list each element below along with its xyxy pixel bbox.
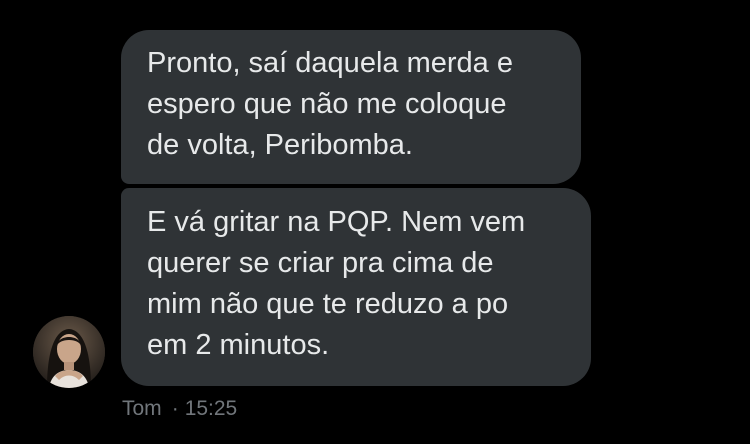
message-line: E vá gritar na PQP. Nem vem	[147, 206, 526, 238]
message-line: querer se criar pra cima de	[147, 247, 494, 279]
message-meta: Tom · 15:25	[122, 396, 237, 422]
message-bubble[interactable]: E vá gritar na PQP. Nem vem querer se cr…	[121, 188, 591, 386]
avatar-photo	[33, 316, 105, 388]
message-line: Pronto, saí daquela merda e	[147, 47, 513, 79]
message-timestamp: 15:25	[184, 397, 238, 420]
sender-name[interactable]: Tom	[122, 397, 162, 420]
message-line: mim não que te reduzo a po	[147, 288, 509, 320]
avatar[interactable]	[33, 316, 105, 388]
chat-thread: Pronto, saí daquela merda e espero que n…	[0, 0, 750, 444]
meta-separator: ·	[171, 397, 179, 420]
message-line: de volta, Peribomba.	[147, 129, 413, 161]
message-line: espero que não me coloque	[147, 88, 507, 120]
message-line: em 2 minutos.	[147, 329, 330, 361]
message-bubble[interactable]: Pronto, saí daquela merda e espero que n…	[121, 30, 581, 184]
